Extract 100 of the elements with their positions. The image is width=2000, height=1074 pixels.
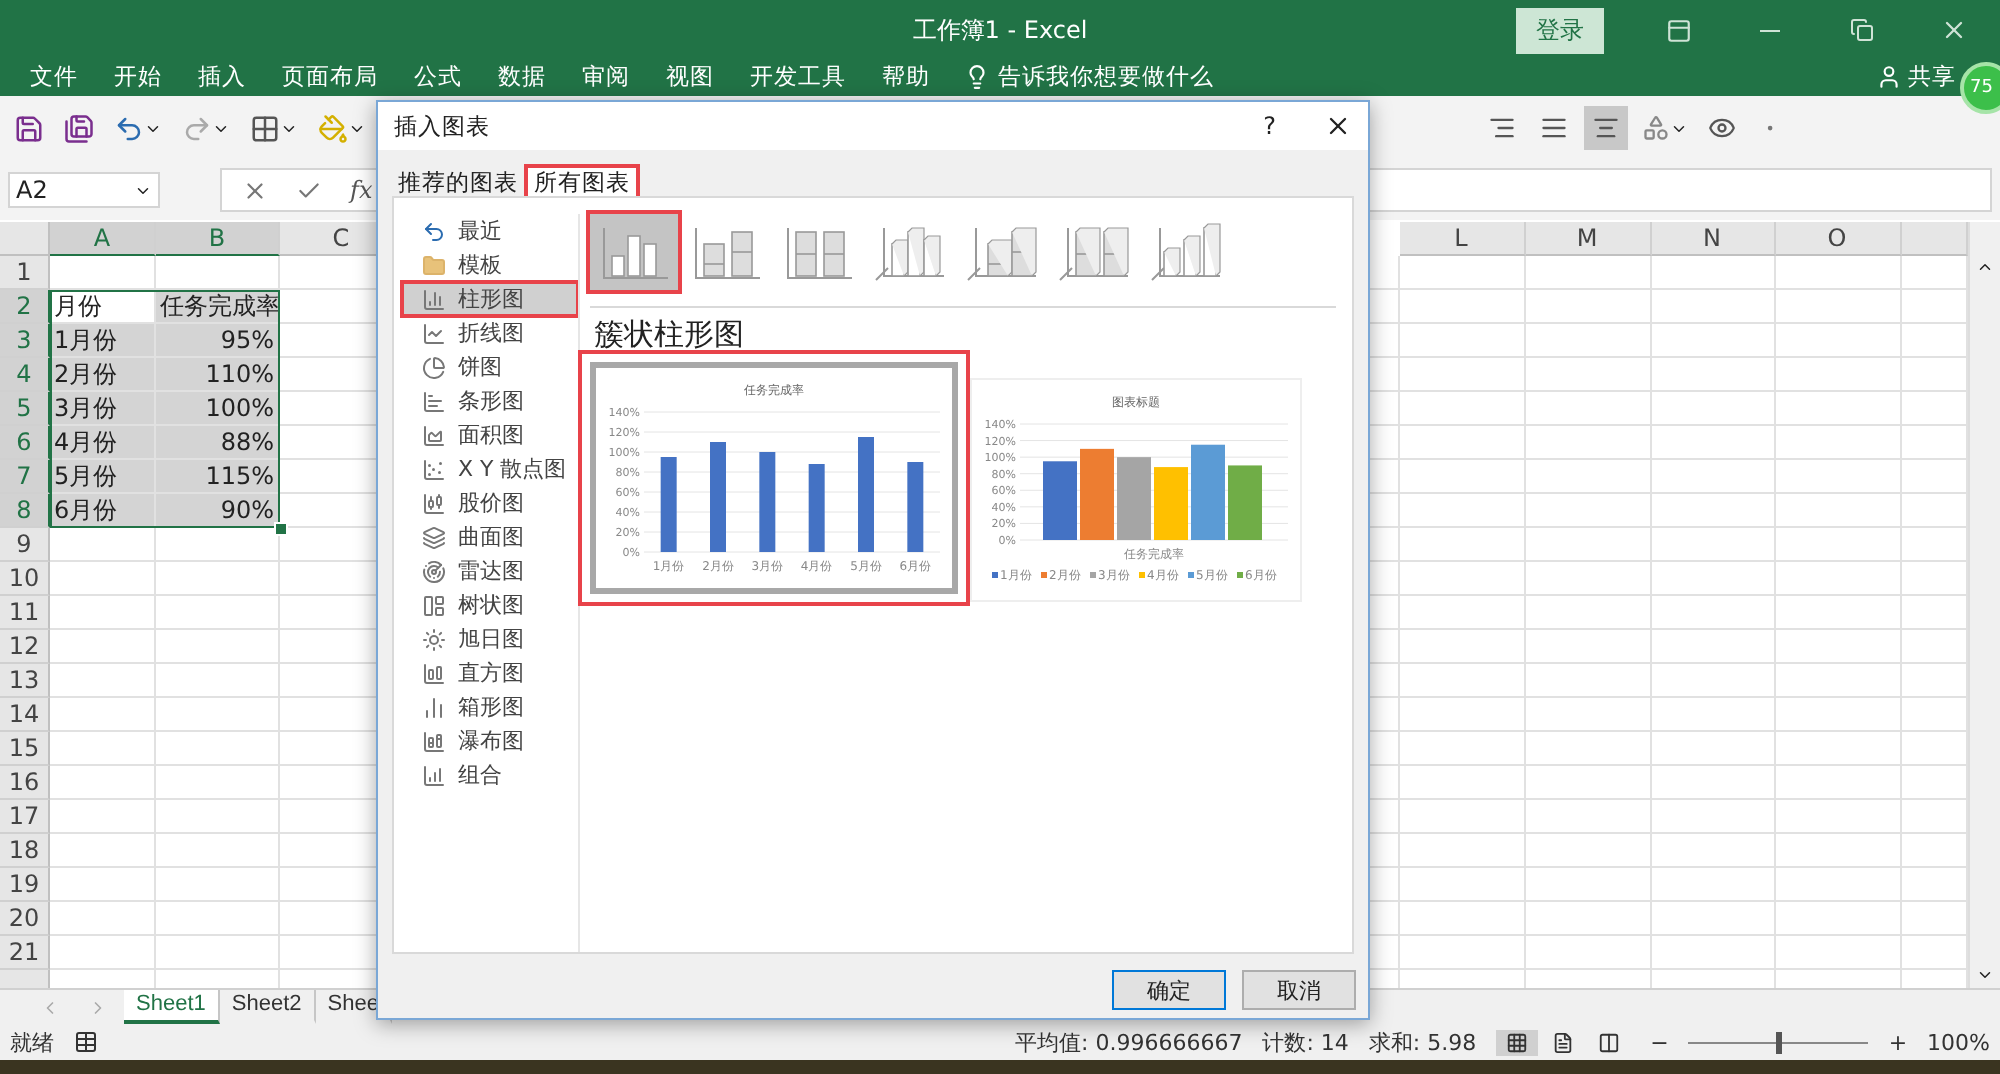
table-cell <box>1525 562 1651 596</box>
column-header[interactable]: M <box>1525 222 1651 256</box>
cancel-button[interactable]: 取消 <box>1242 970 1356 1010</box>
subtype-heading: 簇状柱形图 <box>594 316 746 354</box>
chart-type-item[interactable]: 瀑布图 <box>402 724 578 758</box>
table-cell <box>1775 902 1901 936</box>
normal-view-icon[interactable] <box>1496 1029 1539 1055</box>
zoom-in-button[interactable]: + <box>1888 1029 1908 1055</box>
column-header[interactable]: N <box>1651 222 1775 256</box>
macro-record-icon[interactable] <box>74 1030 98 1054</box>
row-header[interactable]: 21 <box>0 936 50 970</box>
share-button[interactable]: 共享 <box>1876 60 1956 92</box>
scroll-up-icon[interactable] <box>1976 258 1994 276</box>
sign-in-button[interactable]: 登录 <box>1516 7 1604 53</box>
table-cell: 月份 <box>50 290 156 324</box>
row-header[interactable]: 15 <box>0 732 50 766</box>
sheet-tab[interactable]: Sheet1 <box>124 990 220 1024</box>
ribbon-tab[interactable]: 帮助 <box>864 60 948 92</box>
row-header[interactable]: 7 <box>0 460 50 494</box>
chart-type-item[interactable]: 曲面图 <box>402 520 578 554</box>
chart-type-item[interactable]: 饼图 <box>402 350 578 384</box>
name-box[interactable]: A2 <box>8 172 160 208</box>
status-text: 就绪 <box>10 1027 54 1057</box>
column-header[interactable]: L <box>1399 222 1525 256</box>
row-header[interactable]: 9 <box>0 528 50 562</box>
chart-type-item[interactable]: 组合 <box>402 758 578 792</box>
table-cell <box>1525 834 1651 868</box>
column-header[interactable]: B <box>156 222 280 256</box>
ok-button[interactable]: 确定 <box>1112 970 1226 1010</box>
row-header[interactable]: 11 <box>0 596 50 630</box>
chart-type-item[interactable]: 模板 <box>402 248 578 282</box>
chart-type-item[interactable]: 旭日图 <box>402 622 578 656</box>
chart-type-item[interactable]: 股价图 <box>402 486 578 520</box>
scroll-down-icon[interactable] <box>1976 966 1994 984</box>
row-header[interactable]: 8 <box>0 494 50 528</box>
table-cell <box>50 834 156 868</box>
table-cell <box>1651 698 1775 732</box>
ribbon-tab[interactable]: 视图 <box>648 60 732 92</box>
row-header[interactable]: 4 <box>0 358 50 392</box>
row-header[interactable]: 12 <box>0 630 50 664</box>
ribbon-tab[interactable]: 公式 <box>396 60 480 92</box>
table-cell <box>50 562 156 596</box>
vertical-scrollbar[interactable] <box>1968 222 2000 988</box>
column-header[interactable]: A <box>50 222 156 256</box>
row-header[interactable]: 20 <box>0 902 50 936</box>
table-cell <box>50 732 156 766</box>
row-header[interactable]: 19 <box>0 868 50 902</box>
table-cell <box>1651 256 1775 290</box>
chart-type-item[interactable]: 柱形图 <box>402 282 578 316</box>
ribbon-tab[interactable]: 开发工具 <box>732 60 864 92</box>
zoom-out-button[interactable]: − <box>1650 1029 1669 1055</box>
table-cell <box>1651 494 1775 528</box>
table-cell <box>1651 630 1775 664</box>
ribbon-tab[interactable]: 审阅 <box>564 60 648 92</box>
chart-type-item[interactable]: 箱形图 <box>402 690 578 724</box>
row-header[interactable]: 6 <box>0 426 50 460</box>
table-cell <box>1775 630 1901 664</box>
dialog-tab[interactable]: 所有图表 <box>528 168 636 196</box>
row-header[interactable]: 3 <box>0 324 50 358</box>
table-cell <box>1651 800 1775 834</box>
ribbon-tab[interactable]: 数据 <box>480 60 564 92</box>
ribbon-tab[interactable]: 页面布局 <box>264 60 396 92</box>
table-cell <box>1651 596 1775 630</box>
align-center-icon[interactable] <box>1584 106 1628 150</box>
row-header[interactable]: 5 <box>0 392 50 426</box>
column-header[interactable]: O <box>1775 222 1901 256</box>
row-header[interactable]: 14 <box>0 698 50 732</box>
count-text: 计数: 14 <box>1262 1027 1349 1057</box>
chart-type-item[interactable]: 雷达图 <box>402 554 578 588</box>
tell-me-search[interactable]: 告诉我你想要做什么 <box>964 60 1214 92</box>
chart-type-item[interactable]: 最近 <box>402 214 578 248</box>
row-header[interactable]: 18 <box>0 834 50 868</box>
dialog-tab[interactable]: 推荐的图表 <box>392 168 524 196</box>
chart-subtype-button[interactable] <box>590 214 678 290</box>
chart-type-item[interactable]: 面积图 <box>402 418 578 452</box>
cancel-icon[interactable] <box>242 177 268 203</box>
chart-type-item[interactable]: 折线图 <box>402 316 578 350</box>
chart-type-item[interactable]: 直方图 <box>402 656 578 690</box>
row-header[interactable]: 1 <box>0 256 50 290</box>
table-cell <box>1651 834 1775 868</box>
ribbon-tab[interactable]: 文件 <box>12 60 96 92</box>
chart-type-item[interactable]: 树状图 <box>402 588 578 622</box>
fill-handle[interactable] <box>274 522 288 536</box>
row-header[interactable]: 10 <box>0 562 50 596</box>
table-cell <box>1651 868 1775 902</box>
row-header[interactable]: 13 <box>0 664 50 698</box>
row-header[interactable]: 2 <box>0 290 50 324</box>
row-header[interactable]: 16 <box>0 766 50 800</box>
zoom-level[interactable]: 100% <box>1927 1029 1990 1055</box>
ribbon-tab[interactable]: 开始 <box>96 60 180 92</box>
ribbon-tab[interactable]: 插入 <box>180 60 264 92</box>
chart-type-item[interactable]: X Y 散点图 <box>402 452 578 486</box>
check-icon[interactable] <box>296 177 322 203</box>
help-button[interactable]: ? <box>1263 112 1276 140</box>
close-icon[interactable] <box>1324 112 1352 140</box>
zoom-thumb[interactable] <box>1776 1031 1783 1053</box>
row-header[interactable]: 17 <box>0 800 50 834</box>
function-label[interactable]: fx <box>350 176 373 204</box>
table-cell: 任务完成率 <box>156 290 280 324</box>
chart-type-item[interactable]: 条形图 <box>402 384 578 418</box>
